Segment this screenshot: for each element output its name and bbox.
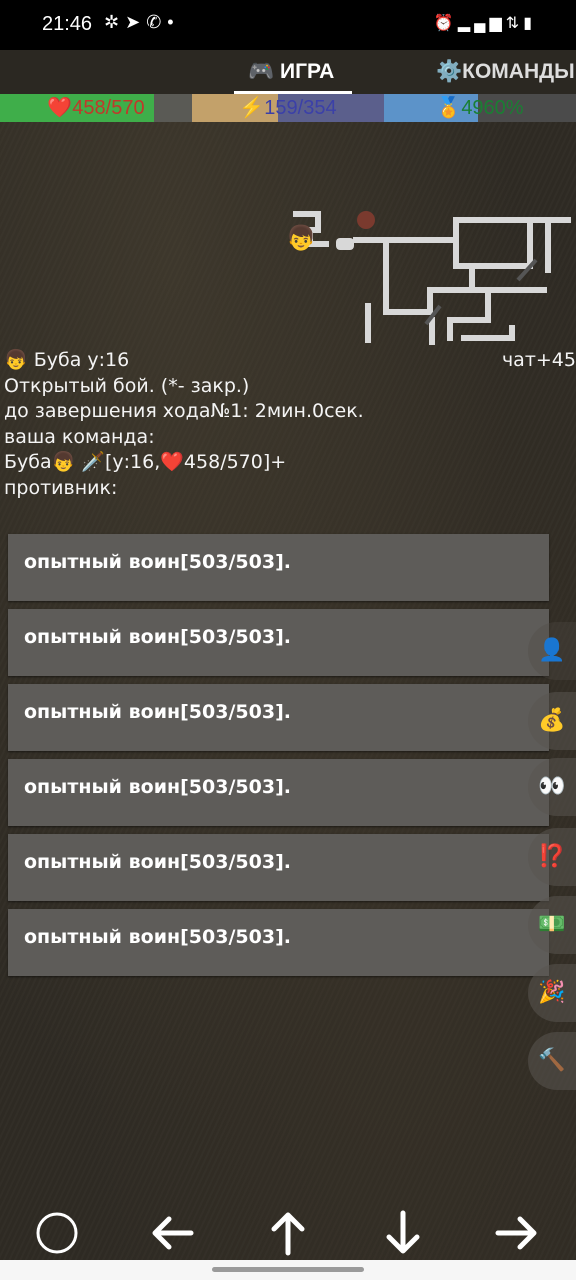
craft-side-button[interactable]: 🔨 — [528, 1032, 576, 1090]
note-icon — [336, 238, 354, 250]
battle-type: Открытый бой. (*- закр.) — [4, 374, 250, 397]
gesture-bar — [0, 1260, 576, 1280]
profile-side-icon: 👤 — [538, 638, 566, 663]
hp-bar: ❤️458/570 — [0, 94, 192, 122]
team-member[interactable]: Буба👦 🗡️[у:16,❤️458/570]+ — [4, 450, 576, 476]
enemy-button[interactable]: опытный воин[503/503]. — [8, 609, 549, 676]
alarm-icon: ⏰ — [433, 15, 458, 32]
gamepad-icon: 🎮 — [248, 60, 275, 83]
xp-bar-text: 4960% — [461, 97, 524, 119]
tab-game-label: ИГРА — [280, 60, 335, 83]
chat-link[interactable]: чат+45 — [502, 348, 576, 374]
hammer-icon: 🔨 — [538, 1048, 566, 1073]
signal-icon: ▂▄▆ — [457, 15, 506, 32]
gear-icon: ⚙️ — [436, 60, 463, 83]
arrow-right-icon — [495, 1216, 537, 1250]
tab-teams-label: КОМАНДЫ — [462, 60, 575, 83]
bug-icon: ✲ — [104, 12, 126, 32]
party-side-button[interactable]: 🎉 — [528, 964, 576, 1022]
home-indicator[interactable] — [212, 1267, 364, 1272]
chest-icon — [357, 211, 375, 229]
enemy-button[interactable]: опытный воин[503/503]. — [8, 534, 549, 601]
xp-bar: 🏅4960% — [384, 94, 576, 122]
dungeon-map[interactable]: 👦 — [280, 200, 576, 350]
move-up-button[interactable] — [260, 1210, 316, 1256]
enemy-button[interactable]: опытный воин[503/503]. — [8, 684, 549, 751]
signal-h-icon: ⇅ — [505, 15, 524, 32]
circle-button[interactable] — [29, 1210, 85, 1256]
hp-bar-text: 458/570 — [72, 97, 145, 119]
player-name-level[interactable]: 👦 Буба у:16 — [4, 349, 129, 371]
move-down-button[interactable] — [375, 1210, 431, 1256]
arrow-left-icon — [152, 1216, 194, 1250]
move-right-button[interactable] — [490, 1210, 546, 1256]
enemy-button[interactable]: опытный воин[503/503]. — [8, 759, 549, 826]
energy-bar-text: 159/354 — [264, 97, 337, 119]
player-line: 👦 Буба у:16 чат+45 — [4, 348, 576, 374]
team-label: ваша команда: — [4, 425, 155, 448]
system-icons: ⏰▂▄▆⇅▮ — [434, 13, 536, 33]
move-left-button[interactable] — [143, 1210, 199, 1256]
enemy-button[interactable]: опытный воин[503/503]. — [8, 834, 549, 901]
medal-icon: 🏅 — [436, 97, 462, 119]
telegram-icon: ➤ — [125, 12, 147, 32]
eyes-icon: 👀 — [538, 774, 566, 799]
energy-bar: ⚡159/354 — [192, 94, 384, 122]
notification-icons: ✲➤✆• — [104, 12, 180, 33]
interrobang-icon: ⁉️ — [538, 844, 566, 869]
arrow-up-icon — [271, 1212, 305, 1256]
enemy-button[interactable]: опытный воин[503/503]. — [8, 909, 549, 976]
party-icon: 🎉 — [538, 980, 566, 1005]
turn-timer: до завершения хода№1: 2мин.0сек. — [4, 400, 364, 422]
enemy-list: опытный воин[503/503]. опытный воин[503/… — [8, 534, 549, 984]
whatsapp-icon: ✆ — [146, 12, 168, 32]
battle-info: 👦 Буба у:16 чат+45 Открытый бой. (*- зак… — [4, 348, 576, 501]
money-bag-icon: 💰 — [538, 708, 566, 733]
heart-icon: ❤️ — [47, 97, 73, 119]
battery-icon: ▮ — [523, 15, 536, 32]
tab-teams[interactable]: ⚙️КОМАНДЫ — [436, 50, 575, 94]
circle-icon — [36, 1212, 78, 1254]
tab-game[interactable]: 🎮 ИГРА — [233, 50, 353, 94]
status-bar: 21:46 ✲➤✆• ⏰▂▄▆⇅▮ — [0, 0, 576, 50]
enemy-label: противник: — [4, 476, 118, 499]
movement-controls — [0, 1200, 576, 1266]
arrow-down-icon — [386, 1210, 420, 1254]
stat-bars: ❤️458/570 ⚡159/354 🏅4960% — [0, 94, 576, 122]
player-marker-icon: 👦 — [286, 224, 316, 252]
cash-icon: 💵 — [538, 912, 566, 937]
tab-bar: 🎮 ИГРА ⚙️КОМАНДЫ — [0, 50, 576, 94]
dot-icon: • — [167, 12, 180, 32]
lightning-icon: ⚡ — [239, 97, 265, 119]
status-time: 21:46 — [42, 13, 93, 35]
